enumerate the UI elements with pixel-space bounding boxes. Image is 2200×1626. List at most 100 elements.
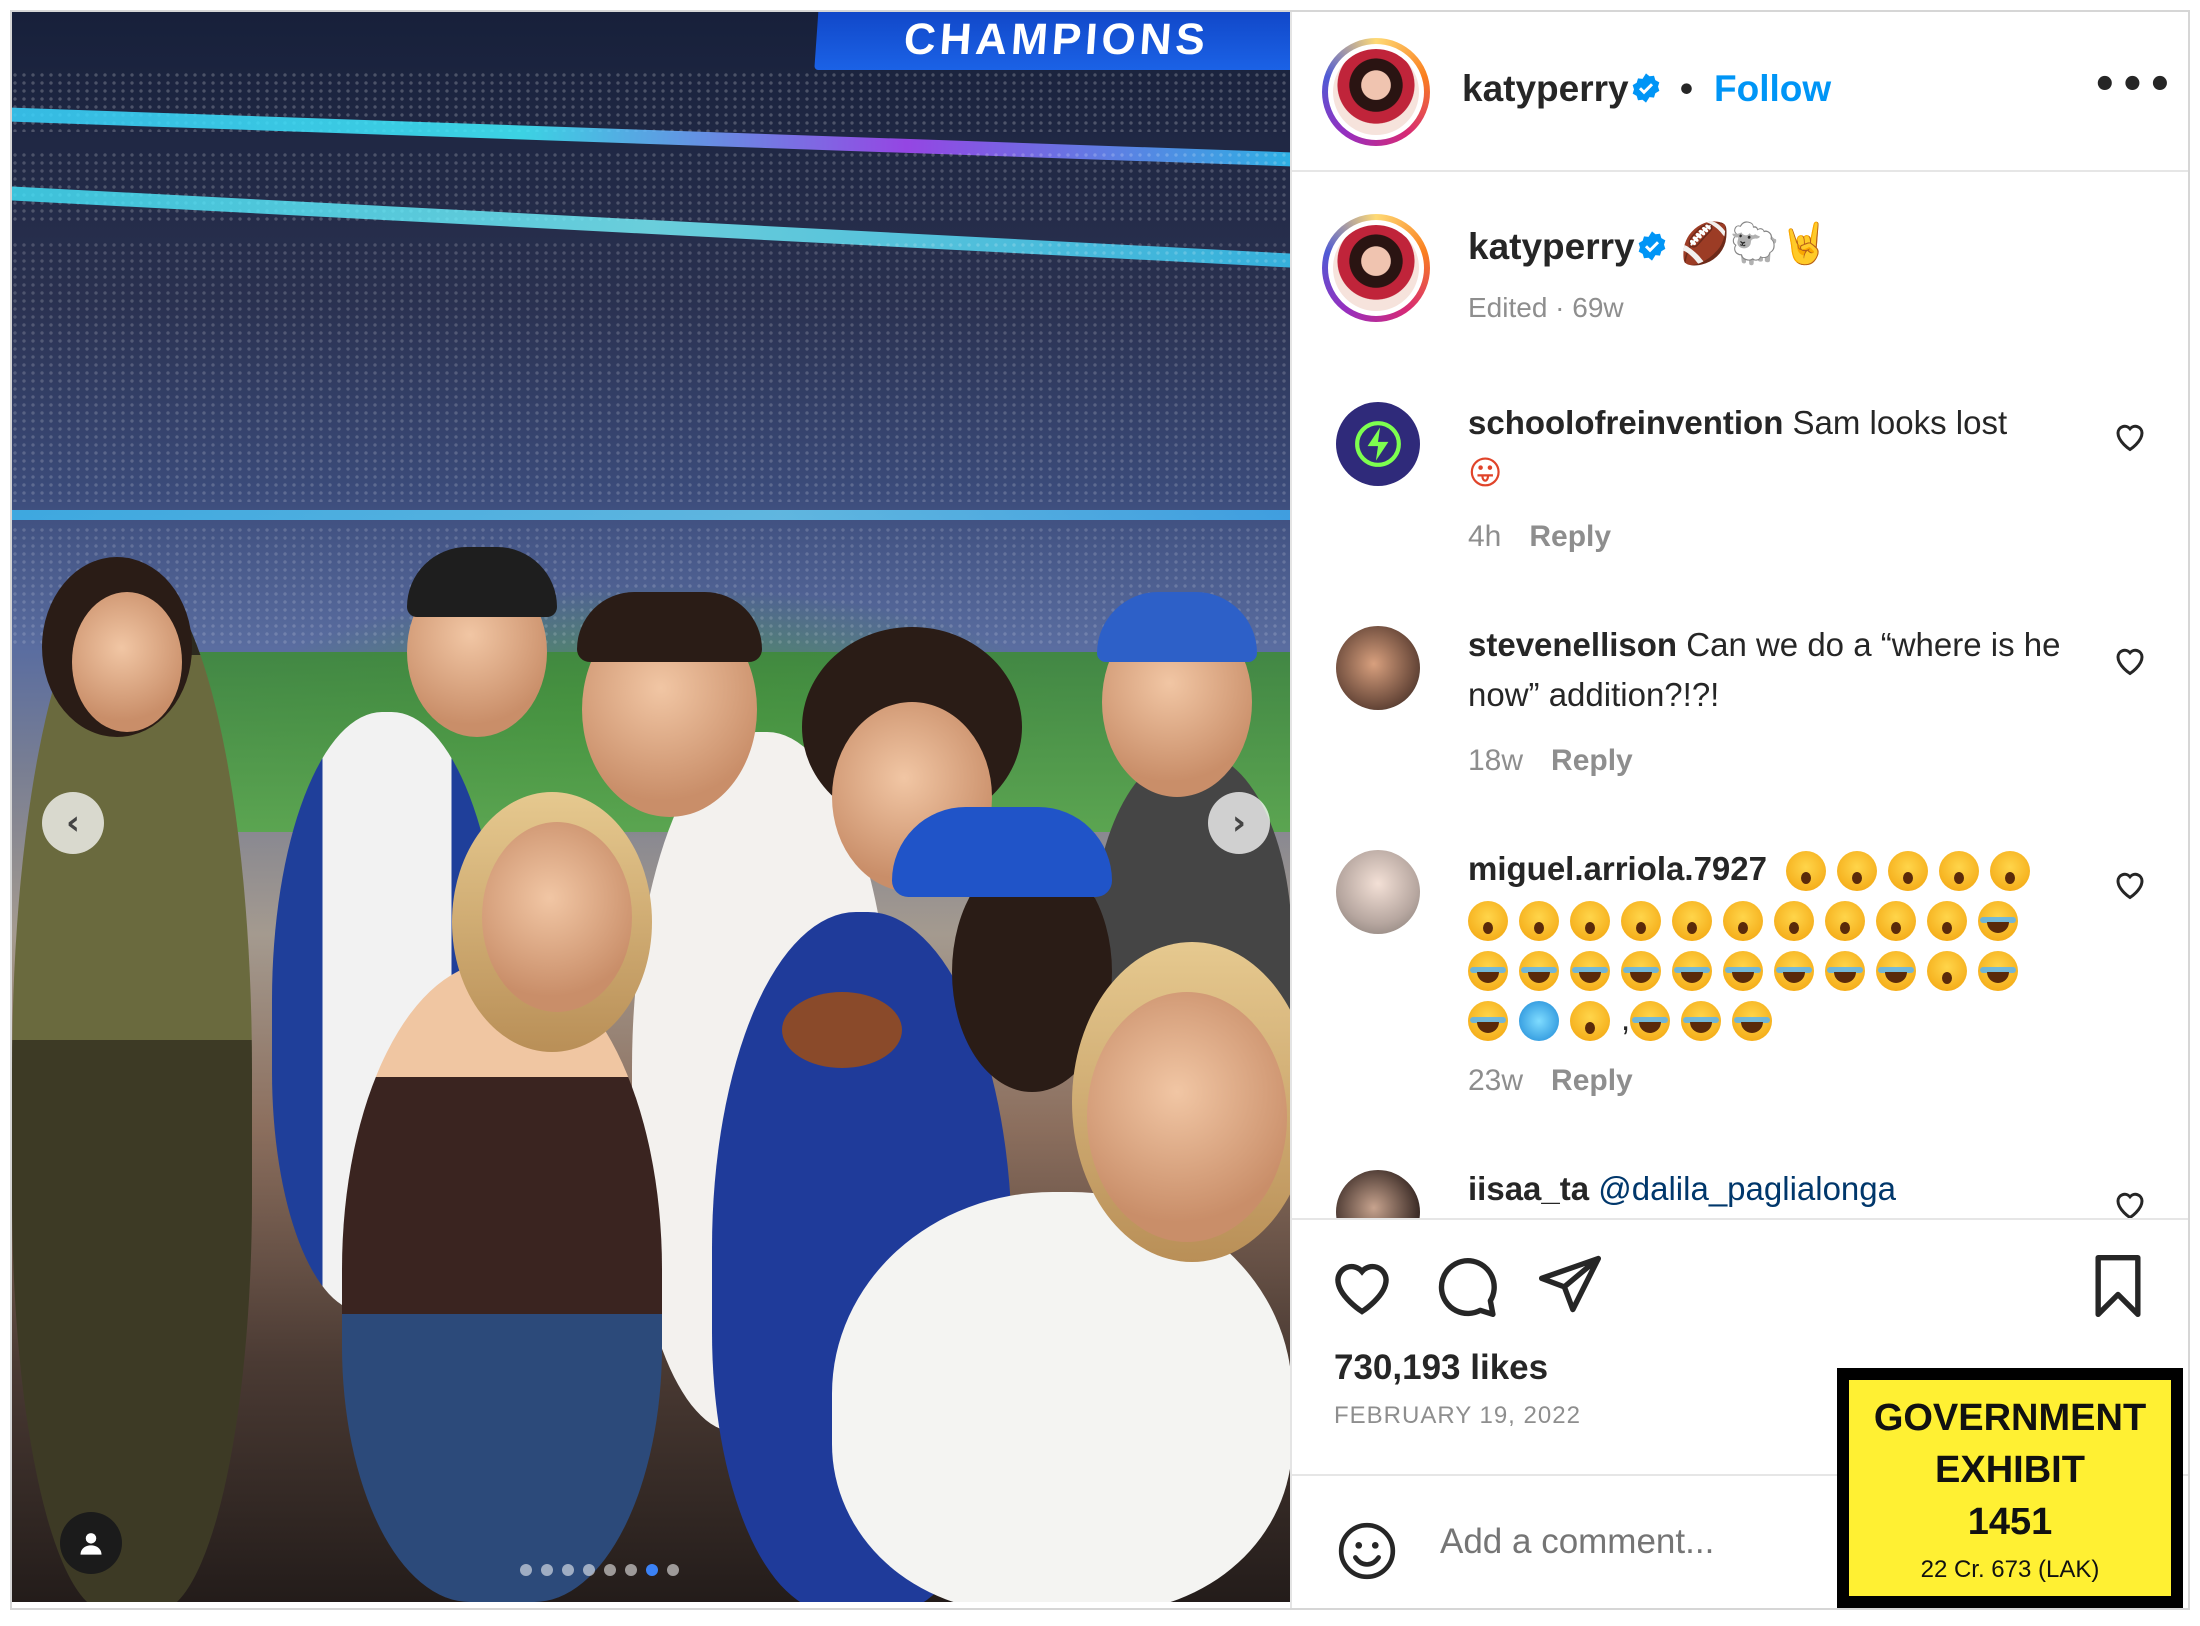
user-tag-icon[interactable] bbox=[60, 1512, 122, 1574]
astonished-emoji bbox=[1774, 901, 1814, 942]
astonished-emoji bbox=[1786, 851, 1827, 892]
tears-of-joy-emoji bbox=[1570, 951, 1610, 992]
carousel-dot[interactable] bbox=[583, 1564, 595, 1576]
globe-emoji bbox=[1519, 1001, 1559, 1042]
astonished-emoji bbox=[1723, 901, 1763, 942]
astonished-emoji bbox=[1570, 1001, 1610, 1042]
heart-icon[interactable] bbox=[2112, 866, 2148, 902]
football-print bbox=[782, 992, 902, 1068]
person-face bbox=[72, 592, 182, 732]
comment-icon[interactable] bbox=[1432, 1252, 1500, 1320]
share-icon[interactable] bbox=[1536, 1250, 1604, 1318]
comment-text: miguel.arriola.7927 , bbox=[1468, 844, 2108, 1044]
carousel-dot[interactable] bbox=[625, 1564, 637, 1576]
likes-count[interactable]: 730,193 likes bbox=[1334, 1348, 1548, 1388]
emoji-row bbox=[1468, 950, 2029, 992]
astonished-emoji bbox=[1519, 901, 1559, 942]
comment-meta: 18w Reply bbox=[1468, 744, 1633, 778]
carousel-dot[interactable] bbox=[604, 1564, 616, 1576]
heart-icon[interactable] bbox=[2112, 418, 2148, 454]
cap bbox=[892, 807, 1112, 897]
comment-username[interactable]: schoolofreinvention bbox=[1468, 404, 1783, 441]
tears-of-joy-emoji bbox=[1774, 951, 1814, 992]
comment-username[interactable]: miguel.arriola.7927 bbox=[1468, 850, 1767, 887]
avatar[interactable] bbox=[1322, 38, 1430, 146]
comments-list[interactable]: katyperry 🏈🐑🤘 Edited · 69w schoolofreinv… bbox=[1292, 174, 2188, 1218]
avatar[interactable] bbox=[1336, 626, 1420, 710]
reply-button[interactable]: Reply bbox=[1551, 1064, 1633, 1097]
tears-of-joy-emoji bbox=[1978, 951, 2018, 992]
caption-meta: Edited · 69w bbox=[1468, 292, 1624, 323]
person-hair bbox=[577, 592, 762, 662]
person-face bbox=[482, 822, 632, 1012]
jumbotron: CHAMPIONS bbox=[814, 12, 1290, 70]
heart-icon[interactable] bbox=[2112, 642, 2148, 678]
exhibit-number: 1451 bbox=[1967, 1501, 2053, 1543]
carousel-dot[interactable] bbox=[541, 1564, 553, 1576]
comment-emoji: 😛 bbox=[1468, 453, 1503, 492]
chevron-right-icon[interactable]: › bbox=[1208, 792, 1270, 854]
reply-button[interactable]: Reply bbox=[1529, 520, 1611, 553]
tears-of-joy-emoji bbox=[1732, 1001, 1773, 1042]
astonished-emoji bbox=[1876, 901, 1916, 942]
tears-of-joy-emoji bbox=[1876, 951, 1916, 992]
smiley-icon[interactable] bbox=[1336, 1520, 1398, 1582]
tears-of-joy-emoji bbox=[1621, 951, 1661, 992]
tears-of-joy-emoji bbox=[1825, 951, 1865, 992]
avatar[interactable] bbox=[1336, 1170, 1420, 1218]
comment-time: 23w bbox=[1468, 1064, 1524, 1097]
astonished-emoji bbox=[1825, 901, 1865, 942]
astonished-emoji bbox=[1927, 951, 1967, 992]
grinning-emoji bbox=[1630, 1001, 1671, 1042]
astonished-emoji bbox=[1990, 851, 2031, 892]
tears-of-joy-emoji bbox=[1672, 951, 1712, 992]
chevron-left-icon[interactable]: ‹ bbox=[42, 792, 104, 854]
avatar[interactable] bbox=[1336, 850, 1420, 934]
astonished-emoji bbox=[1672, 901, 1712, 942]
tears-of-joy-emoji bbox=[1723, 951, 1763, 992]
tears-of-joy-emoji bbox=[1978, 901, 2018, 942]
crowd-lower bbox=[12, 242, 1290, 502]
comment-text: schoolofreinvention Sam looks lost 😛 bbox=[1468, 398, 2108, 498]
carousel-dot[interactable] bbox=[562, 1564, 574, 1576]
heart-icon[interactable] bbox=[1328, 1252, 1396, 1320]
astonished-emoji bbox=[1621, 901, 1661, 942]
carousel-dot[interactable] bbox=[646, 1564, 658, 1576]
comment-username[interactable]: stevenellison bbox=[1468, 626, 1677, 663]
reply-button[interactable]: Reply bbox=[1551, 744, 1633, 777]
caption-username[interactable]: katyperry bbox=[1468, 226, 1635, 268]
exhibit-label: GOVERNMENT EXHIBIT 1451 22 Cr. 673 (LAK) bbox=[1849, 1380, 2171, 1596]
comment-meta: 23w Reply bbox=[1468, 1064, 1633, 1098]
emoji-row bbox=[1468, 900, 2029, 942]
comment-body: , bbox=[1621, 1000, 1631, 1037]
astonished-emoji bbox=[1927, 901, 1967, 942]
carousel-dot[interactable] bbox=[520, 1564, 532, 1576]
astonished-emoji bbox=[1570, 901, 1610, 942]
more-options-icon[interactable]: ••• bbox=[2092, 62, 2175, 108]
comment-body: Sam looks lost bbox=[1792, 404, 2008, 441]
person-face bbox=[1087, 992, 1287, 1242]
separator: • bbox=[1680, 68, 1693, 109]
heart-icon[interactable] bbox=[2112, 1186, 2148, 1218]
follow-button[interactable]: Follow bbox=[1714, 68, 1831, 110]
avatar[interactable] bbox=[1336, 402, 1420, 486]
bookmark-icon[interactable] bbox=[2084, 1252, 2152, 1320]
comment-time: 18w bbox=[1468, 744, 1524, 777]
tears-of-joy-emoji bbox=[1468, 951, 1508, 992]
comment-username[interactable]: iisaa_ta bbox=[1468, 1170, 1589, 1207]
astonished-emoji bbox=[1468, 901, 1508, 942]
led-ribbon bbox=[12, 510, 1290, 520]
carousel-dot[interactable] bbox=[667, 1564, 679, 1576]
post-date: FEBRUARY 19, 2022 bbox=[1334, 1402, 1581, 1429]
exhibit-line-1: GOVERNMENT bbox=[1873, 1397, 2147, 1439]
avatar[interactable] bbox=[1322, 214, 1430, 322]
header-username[interactable]: katyperry bbox=[1462, 68, 1629, 110]
exhibit-sticker: GOVERNMENT EXHIBIT 1451 22 Cr. 673 (LAK) bbox=[1837, 1368, 2183, 1608]
tears-of-joy-emoji bbox=[1519, 951, 1559, 992]
post-photo[interactable]: CHAMPIONS ‹ › bbox=[12, 12, 1290, 1602]
tears-of-joy-emoji bbox=[1681, 1001, 1722, 1042]
lightning-icon bbox=[1355, 421, 1401, 467]
comment-mention[interactable]: @dalila_paglialonga bbox=[1598, 1170, 1896, 1207]
person bbox=[342, 962, 662, 1602]
comment-text: stevenellison Can we do a “where is he n… bbox=[1468, 620, 2108, 720]
